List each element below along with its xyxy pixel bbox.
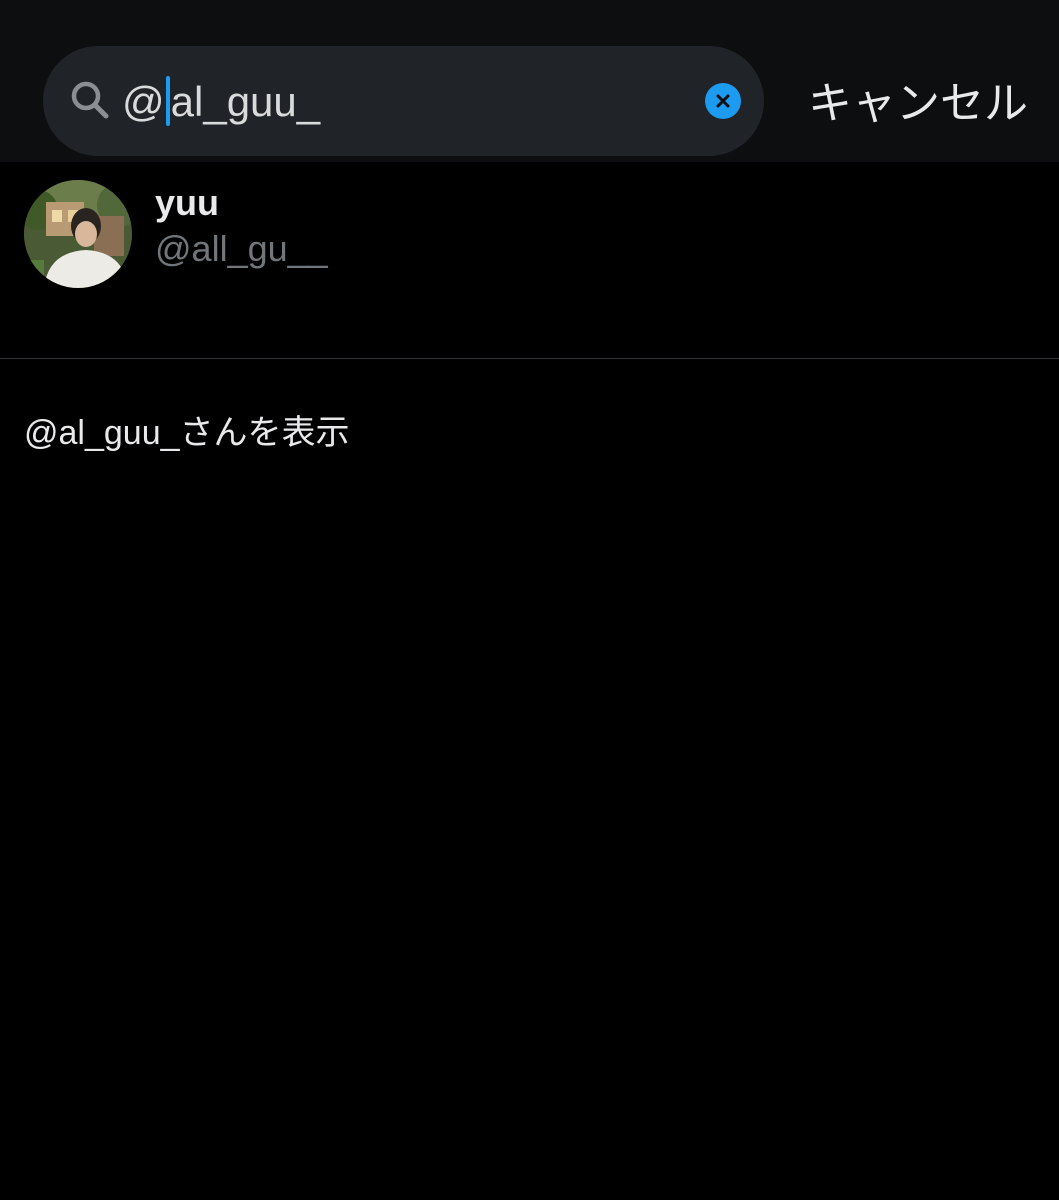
avatar-image xyxy=(24,180,132,288)
search-text-prefix: @ xyxy=(122,78,165,125)
search-header: @ al_guu_ キャンセル xyxy=(0,0,1059,162)
user-result-row[interactable]: yuu @all_gu__ xyxy=(0,162,1059,358)
divider xyxy=(0,358,1059,359)
cancel-button[interactable]: キャンセル xyxy=(808,78,1028,130)
search-input-text[interactable]: @ al_guu_ xyxy=(122,76,320,128)
clear-search-button[interactable] xyxy=(705,83,741,119)
search-text-rest: al_guu_ xyxy=(170,78,321,125)
close-icon xyxy=(716,94,730,108)
search-screen: @ al_guu_ キャンセル yuu @all_gu__ @al_guu_さん… xyxy=(0,0,1059,1200)
search-icon xyxy=(71,81,109,119)
user-display-name: yuu xyxy=(155,182,220,223)
avatar xyxy=(24,180,132,288)
text-caret xyxy=(165,76,170,126)
user-handle: @all_gu__ xyxy=(155,228,328,269)
go-to-profile-link[interactable]: @al_guu_さんを表示 xyxy=(24,412,350,454)
